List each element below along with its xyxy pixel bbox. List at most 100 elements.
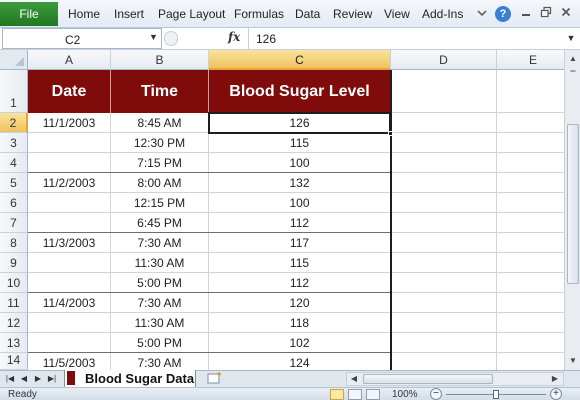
- table-cell-time[interactable]: 12:30 PM: [111, 133, 209, 153]
- window-close-icon[interactable]: [558, 6, 574, 22]
- tab-home[interactable]: Home: [68, 7, 100, 21]
- row-header-9[interactable]: 9: [0, 253, 28, 273]
- window-restore-icon[interactable]: [538, 6, 554, 22]
- tab-view[interactable]: View: [384, 7, 410, 21]
- table-cell-date[interactable]: 11/5/2003: [28, 353, 111, 370]
- empty-cell[interactable]: [391, 113, 497, 133]
- prev-sheet-icon[interactable]: ◀: [18, 372, 30, 386]
- table-cell-time[interactable]: 11:30 AM: [111, 253, 209, 273]
- tab-data[interactable]: Data: [295, 7, 320, 21]
- row-header-1[interactable]: 1: [0, 70, 28, 113]
- table-cell-level[interactable]: 124: [209, 353, 391, 370]
- empty-cell[interactable]: [497, 173, 570, 193]
- table-cell-time[interactable]: 6:45 PM: [111, 213, 209, 233]
- insert-function-button[interactable]: fx: [228, 30, 240, 44]
- table-cell-date[interactable]: 11/1/2003: [28, 113, 111, 133]
- table-header-blood-sugar-level[interactable]: Blood Sugar Level: [209, 70, 391, 113]
- expand-formula-bar-icon[interactable]: ▼: [564, 30, 578, 46]
- scroll-up-icon[interactable]: ▲: [566, 52, 580, 66]
- empty-cell[interactable]: [497, 213, 570, 233]
- horizontal-scroll-thumb[interactable]: [363, 374, 493, 384]
- scroll-left-icon[interactable]: ◀: [348, 373, 360, 385]
- row-header-12[interactable]: 12: [0, 313, 28, 333]
- table-cell-time[interactable]: 12:15 PM: [111, 193, 209, 213]
- table-cell-date[interactable]: [28, 213, 111, 233]
- empty-cell[interactable]: [391, 313, 497, 333]
- empty-cell[interactable]: [497, 273, 570, 293]
- empty-cell[interactable]: [497, 293, 570, 313]
- table-cell-date[interactable]: 11/2/2003: [28, 173, 111, 193]
- empty-cell[interactable]: [391, 273, 497, 293]
- scroll-down-icon[interactable]: ▼: [566, 354, 580, 368]
- zoom-level[interactable]: 100%: [392, 389, 418, 400]
- first-sheet-icon[interactable]: |◀: [4, 372, 16, 386]
- table-cell-date[interactable]: [28, 193, 111, 213]
- empty-cell[interactable]: [497, 233, 570, 253]
- table-cell-time[interactable]: 7:30 AM: [111, 233, 209, 253]
- row-header-2[interactable]: 2: [0, 113, 28, 133]
- table-cell-time[interactable]: 5:00 PM: [111, 273, 209, 293]
- table-cell-time[interactable]: 8:00 AM: [111, 173, 209, 193]
- horizontal-scrollbar[interactable]: ◀ ▶: [346, 372, 564, 386]
- empty-cell[interactable]: [391, 293, 497, 313]
- insert-sheet-icon[interactable]: [206, 371, 224, 387]
- table-cell-level[interactable]: 115: [209, 133, 391, 153]
- table-cell-level[interactable]: 112: [209, 273, 391, 293]
- table-cell-date[interactable]: [28, 153, 111, 173]
- window-minimize-icon[interactable]: [518, 6, 534, 22]
- empty-cell[interactable]: [391, 333, 497, 353]
- table-cell-level[interactable]: 132: [209, 173, 391, 193]
- tab-formulas[interactable]: Formulas: [234, 7, 284, 21]
- formula-input[interactable]: [248, 28, 564, 49]
- sheet-tab-blood-sugar-data[interactable]: Blood Sugar Data: [64, 370, 196, 388]
- last-sheet-icon[interactable]: ▶|: [46, 372, 58, 386]
- tab-review[interactable]: Review: [333, 7, 372, 21]
- table-cell-date[interactable]: [28, 333, 111, 353]
- table-cell-level[interactable]: 102: [209, 333, 391, 353]
- row-header-3[interactable]: 3: [0, 133, 28, 153]
- file-tab[interactable]: File: [0, 2, 58, 26]
- empty-cell[interactable]: [497, 253, 570, 273]
- empty-cell[interactable]: [497, 70, 570, 113]
- table-cell-time[interactable]: 7:30 AM: [111, 293, 209, 313]
- table-cell-level[interactable]: 115: [209, 253, 391, 273]
- help-icon[interactable]: ?: [495, 6, 511, 22]
- row-header-11[interactable]: 11: [0, 293, 28, 313]
- empty-cell[interactable]: [391, 353, 497, 370]
- worksheet-grid[interactable]: Date Time Blood Sugar Level 11/1/2003 8:45 A…: [28, 70, 570, 370]
- formula-bar-resize-handle[interactable]: [164, 31, 178, 46]
- empty-cell[interactable]: [391, 173, 497, 193]
- table-cell-level[interactable]: 100: [209, 153, 391, 173]
- scroll-right-icon[interactable]: ▶: [549, 373, 561, 385]
- row-header-8[interactable]: 8: [0, 233, 28, 253]
- empty-cell[interactable]: [391, 233, 497, 253]
- table-cell-date[interactable]: 11/4/2003: [28, 293, 111, 313]
- table-cell-date[interactable]: [28, 273, 111, 293]
- fill-handle[interactable]: [388, 131, 393, 136]
- next-sheet-icon[interactable]: ▶: [32, 372, 44, 386]
- zoom-out-icon[interactable]: −: [430, 388, 442, 400]
- empty-cell[interactable]: [391, 253, 497, 273]
- vertical-scroll-thumb[interactable]: [567, 124, 579, 284]
- table-cell-level[interactable]: 112: [209, 213, 391, 233]
- row-header-6[interactable]: 6: [0, 193, 28, 213]
- vertical-scrollbar[interactable]: ▲ ═ ▼: [564, 50, 580, 370]
- tab-insert[interactable]: Insert: [114, 7, 144, 21]
- table-cell-level[interactable]: 120: [209, 293, 391, 313]
- table-cell-time[interactable]: 8:45 AM: [111, 113, 209, 133]
- table-header-date[interactable]: Date: [28, 70, 111, 113]
- table-cell-level[interactable]: 100: [209, 193, 391, 213]
- table-cell-time[interactable]: 11:30 AM: [111, 313, 209, 333]
- table-cell-date[interactable]: [28, 253, 111, 273]
- empty-cell[interactable]: [497, 353, 570, 370]
- empty-cell[interactable]: [391, 70, 497, 113]
- tab-add-ins[interactable]: Add-Ins: [422, 7, 463, 21]
- active-cell-selection[interactable]: [208, 112, 391, 134]
- split-handle-icon[interactable]: ═: [567, 68, 579, 75]
- select-all-button[interactable]: [0, 50, 28, 70]
- empty-cell[interactable]: [497, 193, 570, 213]
- tab-page-layout[interactable]: Page Layout: [158, 7, 225, 21]
- table-cell-date[interactable]: 11/3/2003: [28, 233, 111, 253]
- column-header-b[interactable]: B: [111, 50, 209, 70]
- column-header-c[interactable]: C: [209, 50, 391, 70]
